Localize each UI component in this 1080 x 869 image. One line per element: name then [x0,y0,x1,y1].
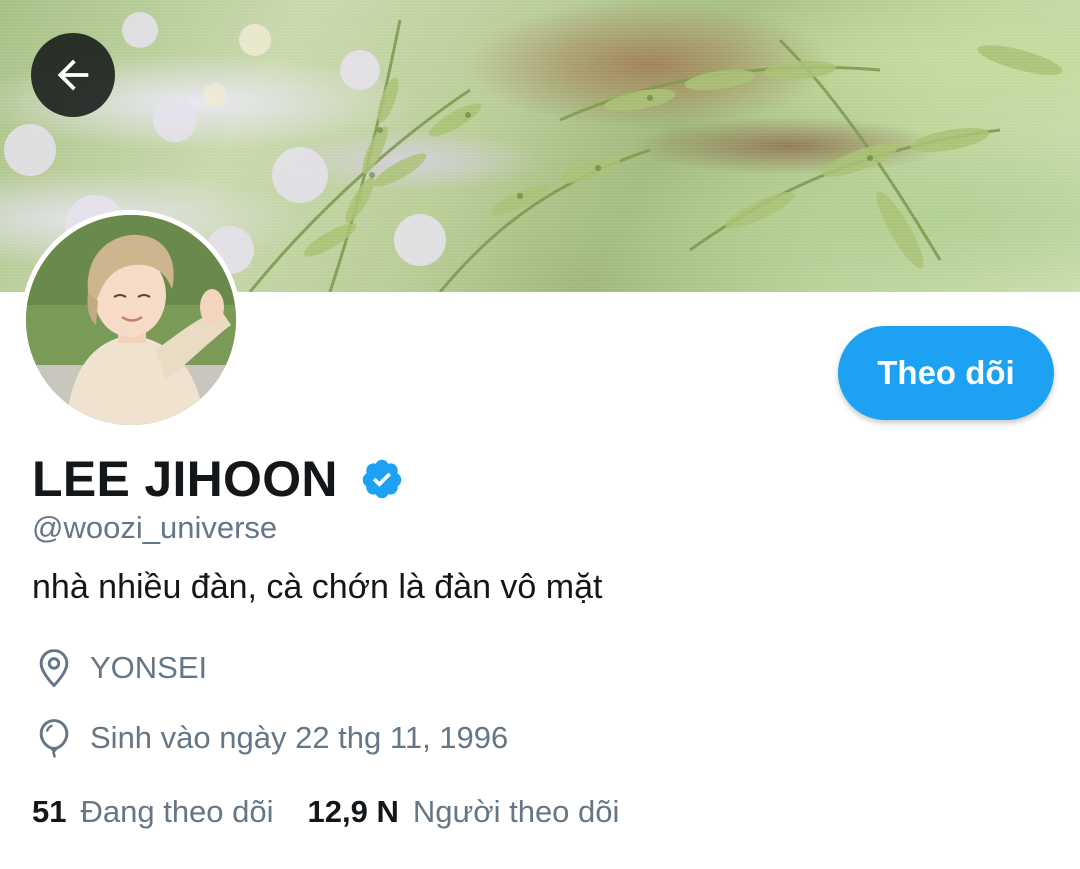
following-link[interactable]: 51 Đang theo dõi [32,794,274,830]
arrow-left-icon [57,59,89,91]
avatar-photo [26,215,236,425]
follow-stats: 51 Đang theo dõi 12,9 N Người theo dõi [32,790,619,834]
profile-bio: nhà nhiều đàn, cà chớn là đàn vô mặt [32,568,603,606]
back-button[interactable] [31,33,115,117]
birthday-row: Sinh vào ngày 22 thg 11, 1996 [32,716,508,760]
followers-count: 12,9 N [307,794,399,829]
profile-page: Theo dõi LEE JIHOON @woozi_universe nhà … [0,0,1080,869]
followers-label: Người theo dõi [412,794,620,829]
follow-button-label: Theo dõi [877,354,1015,391]
location-text: YONSEI [90,650,208,685]
profile-handle: @woozi_universe [32,510,278,545]
followers-link[interactable]: 12,9 N Người theo dõi [308,794,620,830]
follow-button[interactable]: Theo dõi [838,326,1054,420]
verified-badge-icon [362,459,402,499]
balloon-icon [39,719,69,759]
following-label: Đang theo dõi [80,794,274,829]
following-count: 51 [32,794,67,829]
birthday-text: Sinh vào ngày 22 thg 11, 1996 [90,720,509,755]
location-pin-icon [39,649,69,688]
display-name: LEE JIHOON [32,451,338,507]
avatar-illustration [26,215,236,425]
display-name-row: LEE JIHOON [32,446,404,512]
avatar[interactable] [21,210,241,430]
location-row: YONSEI [32,646,207,690]
